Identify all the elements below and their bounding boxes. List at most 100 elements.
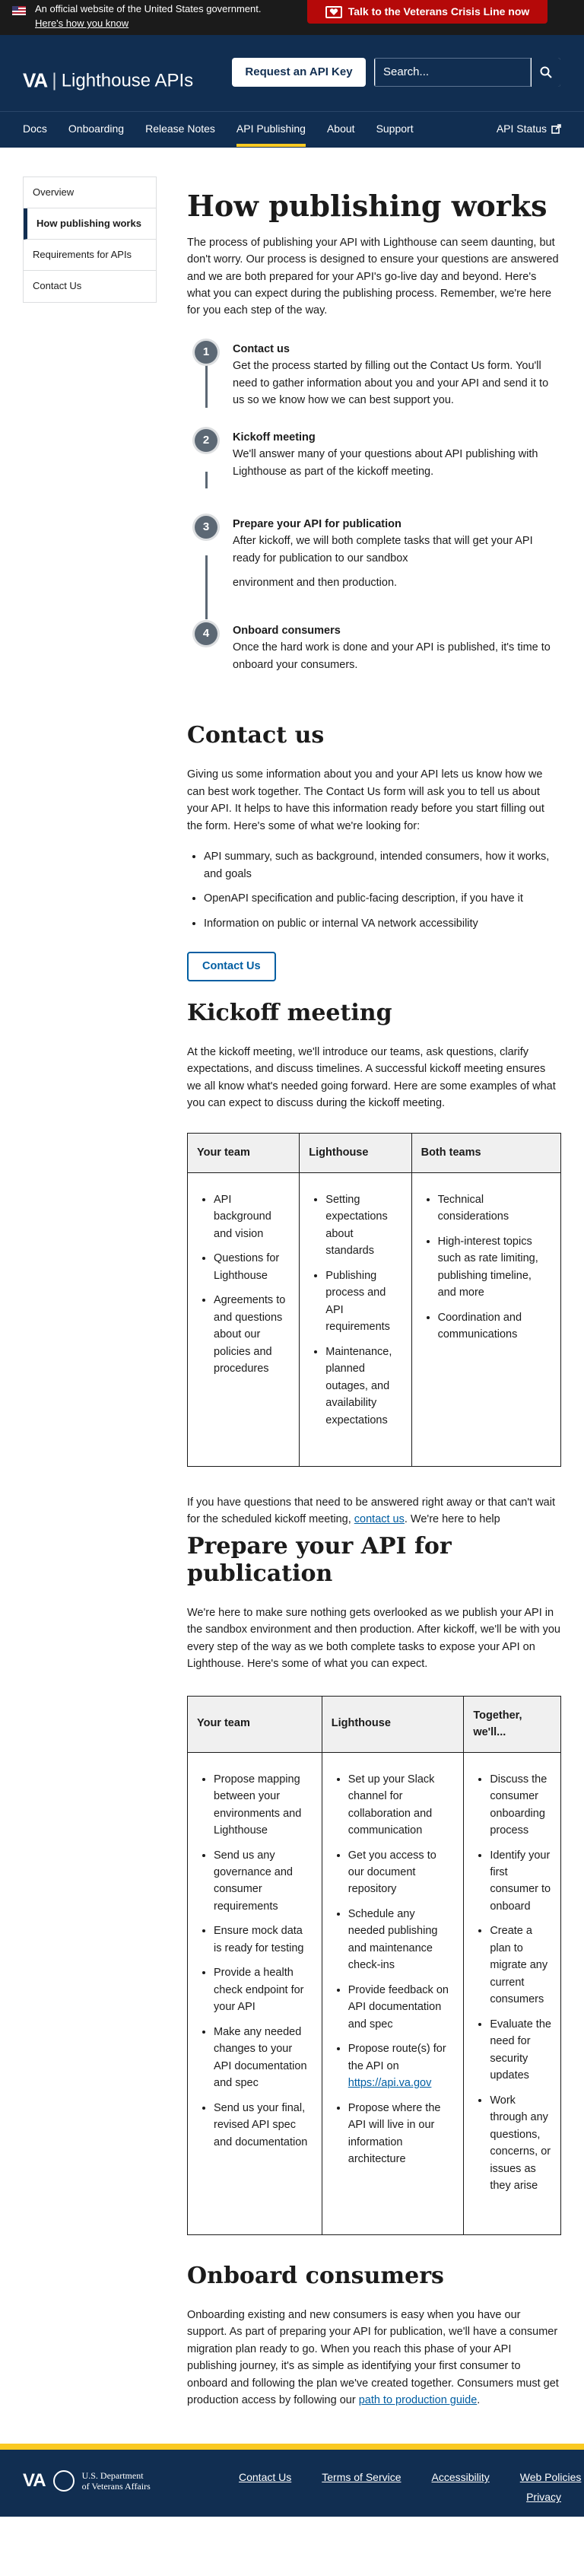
va-footer-logo[interactable]: VA U.S. Department of Veterans Affairs [23,2466,151,2495]
table-cell: Propose mapping between your environment… [187,1751,322,2235]
table-cell: API background and vision Questions for … [186,1172,300,1467]
onboard-section: Onboard consumers Onboarding existing an… [187,2263,561,2409]
footer-contact-us-link[interactable]: Contact Us [239,2469,291,2486]
table-cell: Set up your Slack channel for collaborat… [321,1751,465,2235]
list-item: Maintenance, planned outages, and availa… [325,1344,402,1429]
page-layout: Overview How publishing works Requiremen… [0,177,584,2409]
site-logo[interactable]: VA | Lighthouse APIs [23,65,193,96]
search-form: Search... [374,58,560,87]
brand-name: Lighthouse APIs [61,70,194,91]
step-1: 1 Contact us Get the process started by … [187,340,561,429]
process-steps: 1 Contact us Get the process started by … [187,340,561,673]
table-row: API background and vision Questions for … [186,1172,562,1467]
api-status-label: API Status [496,122,547,135]
footer-terms-link[interactable]: Terms of Service [322,2469,401,2486]
footer-department: U.S. Department of Veterans Affairs [82,2470,151,2492]
table-row: Propose mapping between your environment… [187,1751,561,2235]
list-item: Provide feedback on API documentation an… [348,1982,455,2033]
gov-banner: An official website of the United States… [0,0,584,35]
table-header: Lighthouse [299,1133,412,1173]
heres-how-you-know-link[interactable]: Here's how you know [35,16,261,31]
contact-heading: Contact us [187,722,325,749]
list-item: Identify your first consumer to onboard [490,1847,551,1916]
step-title: Kickoff meeting [233,431,316,444]
list-item: Setting expectations about standards [325,1191,402,1260]
table-header: Together, we'll... [463,1695,561,1753]
search-input[interactable]: Search... [375,58,531,87]
onboard-text: Onboarding existing and new consumers is… [187,2307,561,2409]
api-va-gov-link[interactable]: https://api.va.gov [348,2077,432,2089]
list-item: Work through any questions, concerns, or… [490,2092,551,2195]
list-item: Discuss the consumer onboarding process [490,1771,551,1840]
contact-us-button[interactable]: Contact Us [187,952,276,981]
table-header: Your team [186,1133,300,1173]
list-item: Create a plan to migrate any current con… [490,1922,551,2008]
sidenav-item-overview[interactable]: Overview [24,177,156,209]
table-header: Lighthouse [321,1695,465,1753]
kickoff-table: Your team Lighthouse Both teams API back… [186,1133,562,1467]
nav-onboarding[interactable]: Onboarding [68,112,124,147]
list-item: Get you access to our document repositor… [348,1847,455,1898]
step-title: Contact us [233,342,290,355]
api-status-link[interactable]: API Status [497,121,561,138]
contact-text: Giving us some information about you and… [187,768,544,832]
list-item: Propose mapping between your environment… [214,1771,313,1840]
table-cell: Discuss the consumer onboarding process … [463,1751,561,2235]
step-text: Once the hard work is done and your API … [233,641,551,671]
va-seal-icon [52,2470,75,2492]
brand-separator: | [52,69,57,91]
main-nav: Docs Onboarding Release Notes API Publis… [0,111,584,147]
list-item: Ensure mock data is ready for testing [214,1922,313,1957]
table-header: Your team [187,1695,322,1753]
crisis-line-icon [325,5,342,18]
list-item: OpenAPI specification and public-facing … [204,890,561,907]
crisis-line-label: Talk to the Veterans Crisis Line now [348,5,530,17]
step-number: 4 [195,622,217,645]
nav-docs[interactable]: Docs [23,112,47,147]
table-header: Both teams [411,1133,562,1173]
list-item: Technical considerations [438,1191,551,1226]
step-text: We'll answer many of your questions abou… [233,448,538,478]
list-item: API summary, such as background, intende… [204,848,561,883]
nav-about[interactable]: About [327,112,355,147]
sidenav-item-how-publishing-works[interactable]: How publishing works [24,208,156,240]
gov-banner-text: An official website of the United States… [35,3,262,14]
kickoff-section: Kickoff meeting At the kickoff meeting, … [186,1000,562,1528]
list-item: Evaluate the need for security updates [490,2016,551,2085]
contact-us-link[interactable]: contact us [354,1513,405,1525]
list-item: Coordination and communications [438,1309,551,1344]
path-to-production-link[interactable]: path to production guide [359,2394,478,2406]
sidenav-item-requirements[interactable]: Requirements for APIs [24,240,156,272]
search-icon [540,66,552,78]
list-item: Provide a health check endpoint for your… [214,1964,313,2015]
prepare-table: Your team Lighthouse Together, we'll... … [187,1695,561,2235]
followup-text-end: . We're here to help [404,1513,500,1526]
list-item: Propose route(s) for the API on https://… [348,2040,455,2091]
page-title: How publishing works [187,189,548,223]
external-link-icon [551,124,561,134]
prepare-heading: Prepare your API for publication [187,1532,452,1587]
footer-web-policies-link[interactable]: Web Policies [520,2469,582,2486]
veterans-crisis-line-button[interactable]: Talk to the Veterans Crisis Line now [307,0,548,24]
prepare-section: Prepare your API for publication We're h… [187,1533,561,2235]
nav-release-notes[interactable]: Release Notes [145,112,215,147]
site-footer: VA U.S. Department of Veterans Affairs C… [0,2444,584,2517]
search-button[interactable] [532,58,560,87]
footer-privacy-link[interactable]: Privacy [526,2489,561,2506]
step-title: Onboard consumers [233,624,341,637]
sidenav-item-contact-us[interactable]: Contact Us [24,271,156,301]
main-content: How publishing works The process of publ… [186,180,562,2409]
footer-accessibility-link[interactable]: Accessibility [432,2469,490,2486]
list-item: Propose where the API will live in our i… [348,2100,455,2168]
list-item: Publishing process and API requirements [325,1267,402,1336]
nav-support[interactable]: Support [376,112,414,147]
step-text: Get the process started by filling out t… [233,360,549,407]
onboard-end: . [477,2394,481,2406]
dept-line-1: U.S. Department [81,2469,144,2481]
list-item: Send us any governance and consumer requ… [214,1847,313,1916]
request-api-key-button[interactable]: Request an API Key [232,58,366,87]
kickoff-followup: If you have questions that need to be an… [187,1494,561,1528]
list-item: High-interest topics such as rate limiti… [438,1233,551,1302]
table-cell: Technical considerations High-interest t… [411,1172,562,1467]
nav-api-publishing[interactable]: API Publishing [236,112,306,147]
